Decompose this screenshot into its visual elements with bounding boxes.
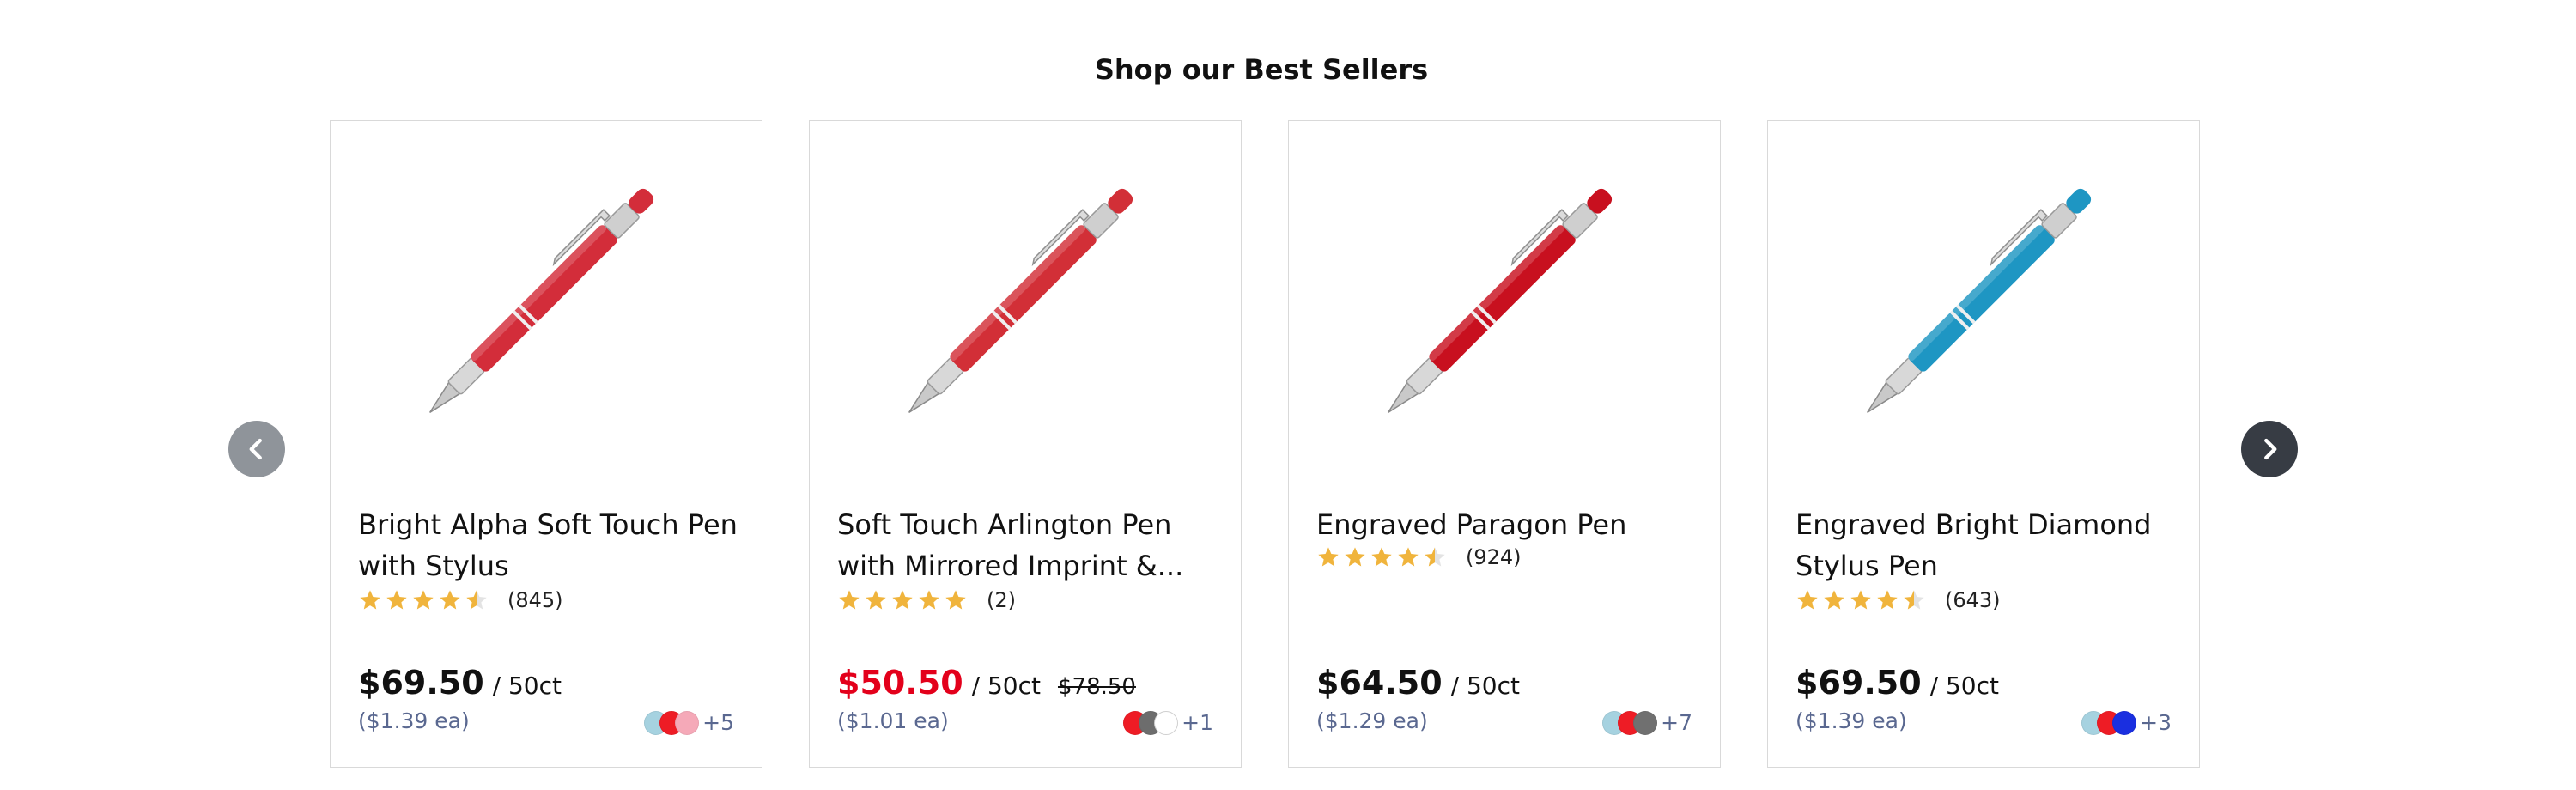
star-full-icon [892, 590, 913, 610]
more-colors-count[interactable]: +1 [1182, 710, 1213, 735]
more-colors-count[interactable]: +5 [702, 710, 734, 735]
star-full-icon [919, 590, 939, 610]
star-rating [1316, 545, 1447, 569]
star-full-icon [440, 590, 460, 610]
color-swatches[interactable]: +7 [1602, 710, 1692, 735]
quantity-label: / 50ct [971, 672, 1041, 700]
product-name[interactable]: Soft Touch Arlington Pen with Mirrored I… [837, 504, 1224, 586]
carousel-prev-button[interactable] [228, 421, 285, 477]
product-image[interactable] [408, 155, 683, 439]
star-full-icon [866, 590, 886, 610]
more-colors-count[interactable]: +3 [2140, 710, 2172, 735]
product-name[interactable]: Engraved Paragon Pen [1316, 504, 1703, 545]
product-image[interactable] [1366, 155, 1641, 439]
unit-price: ($1.39 ea) [358, 708, 470, 733]
star-full-icon [413, 590, 434, 610]
more-colors-count[interactable]: +7 [1661, 710, 1692, 735]
star-rating [1795, 588, 1926, 612]
chevron-left-icon [249, 438, 262, 460]
quantity-label: / 50ct [1450, 672, 1520, 700]
product-name[interactable]: Engraved Bright Diamond Stylus Pen [1795, 504, 2182, 586]
review-count: (2) [987, 588, 1016, 612]
product-card[interactable]: Bright Alpha Soft Touch Pen with Stylus(… [330, 120, 762, 768]
color-swatch[interactable] [1154, 710, 1179, 735]
color-swatches[interactable]: +3 [2081, 710, 2172, 735]
best-sellers-section: Shop our Best Sellers Bright Alpha Soft … [0, 0, 2576, 790]
original-price: $78.50 [1057, 674, 1136, 700]
star-full-icon [360, 590, 380, 610]
star-half-icon [1904, 590, 1924, 610]
color-swatches[interactable]: +1 [1123, 710, 1213, 735]
unit-price: ($1.29 ea) [1316, 708, 1428, 733]
star-full-icon [1797, 590, 1818, 610]
unit-price: ($1.39 ea) [1795, 708, 1907, 733]
quantity-label: / 50ct [492, 672, 562, 700]
product-card[interactable]: Soft Touch Arlington Pen with Mirrored I… [809, 120, 1242, 768]
product-image[interactable] [887, 155, 1162, 439]
section-title: Shop our Best Sellers [1094, 53, 1429, 86]
product-card[interactable]: Engraved Paragon Pen (924) $64.50/ 50ct ($1… [1288, 120, 1721, 768]
price-row: $64.50/ 50ct [1316, 664, 1520, 702]
star-full-icon [1850, 590, 1871, 610]
price-row: $69.50 / 50ct [358, 664, 562, 702]
product-rating: (845) [358, 588, 563, 612]
color-swatches[interactable]: +5 [644, 710, 734, 735]
star-full-icon [1318, 547, 1339, 567]
star-full-icon [1371, 547, 1392, 567]
product-card[interactable]: Engraved Bright Diamond Stylus Pen (643) $… [1767, 120, 2200, 768]
star-full-icon [839, 590, 860, 610]
review-count: (924) [1466, 545, 1522, 569]
carousel-next-button[interactable] [2241, 421, 2298, 477]
color-swatch[interactable] [1633, 710, 1658, 735]
price-row: $69.50/ 50ct [1795, 664, 1999, 702]
star-full-icon [945, 590, 966, 610]
price: $64.50 [1316, 664, 1443, 702]
star-half-icon [1425, 547, 1445, 567]
star-full-icon [1824, 590, 1844, 610]
color-swatch[interactable] [675, 710, 700, 735]
quantity-label: / 50ct [1929, 672, 1999, 700]
price: $50.50 [837, 664, 963, 702]
product-name[interactable]: Bright Alpha Soft Touch Pen with Stylus [358, 504, 744, 586]
product-rating: (643) [1795, 588, 2001, 612]
star-half-icon [466, 590, 487, 610]
price: $69.50 [358, 664, 484, 702]
chevron-right-icon [2264, 438, 2277, 460]
price: $69.50 [1795, 664, 1922, 702]
star-full-icon [1345, 547, 1365, 567]
product-image[interactable] [1845, 155, 2120, 439]
star-rating [837, 588, 968, 612]
product-rating: (2) [837, 588, 1016, 612]
star-rating [358, 588, 489, 612]
color-swatch[interactable] [2112, 710, 2137, 735]
star-full-icon [1398, 547, 1419, 567]
product-rating: (924) [1316, 545, 1522, 569]
star-full-icon [386, 590, 407, 610]
review-count: (845) [507, 588, 563, 612]
review-count: (643) [1945, 588, 2001, 612]
star-full-icon [1877, 590, 1898, 610]
price-row: $50.50 / 50ct $78.50 [837, 664, 1136, 702]
unit-price: ($1.01 ea) [837, 708, 949, 733]
